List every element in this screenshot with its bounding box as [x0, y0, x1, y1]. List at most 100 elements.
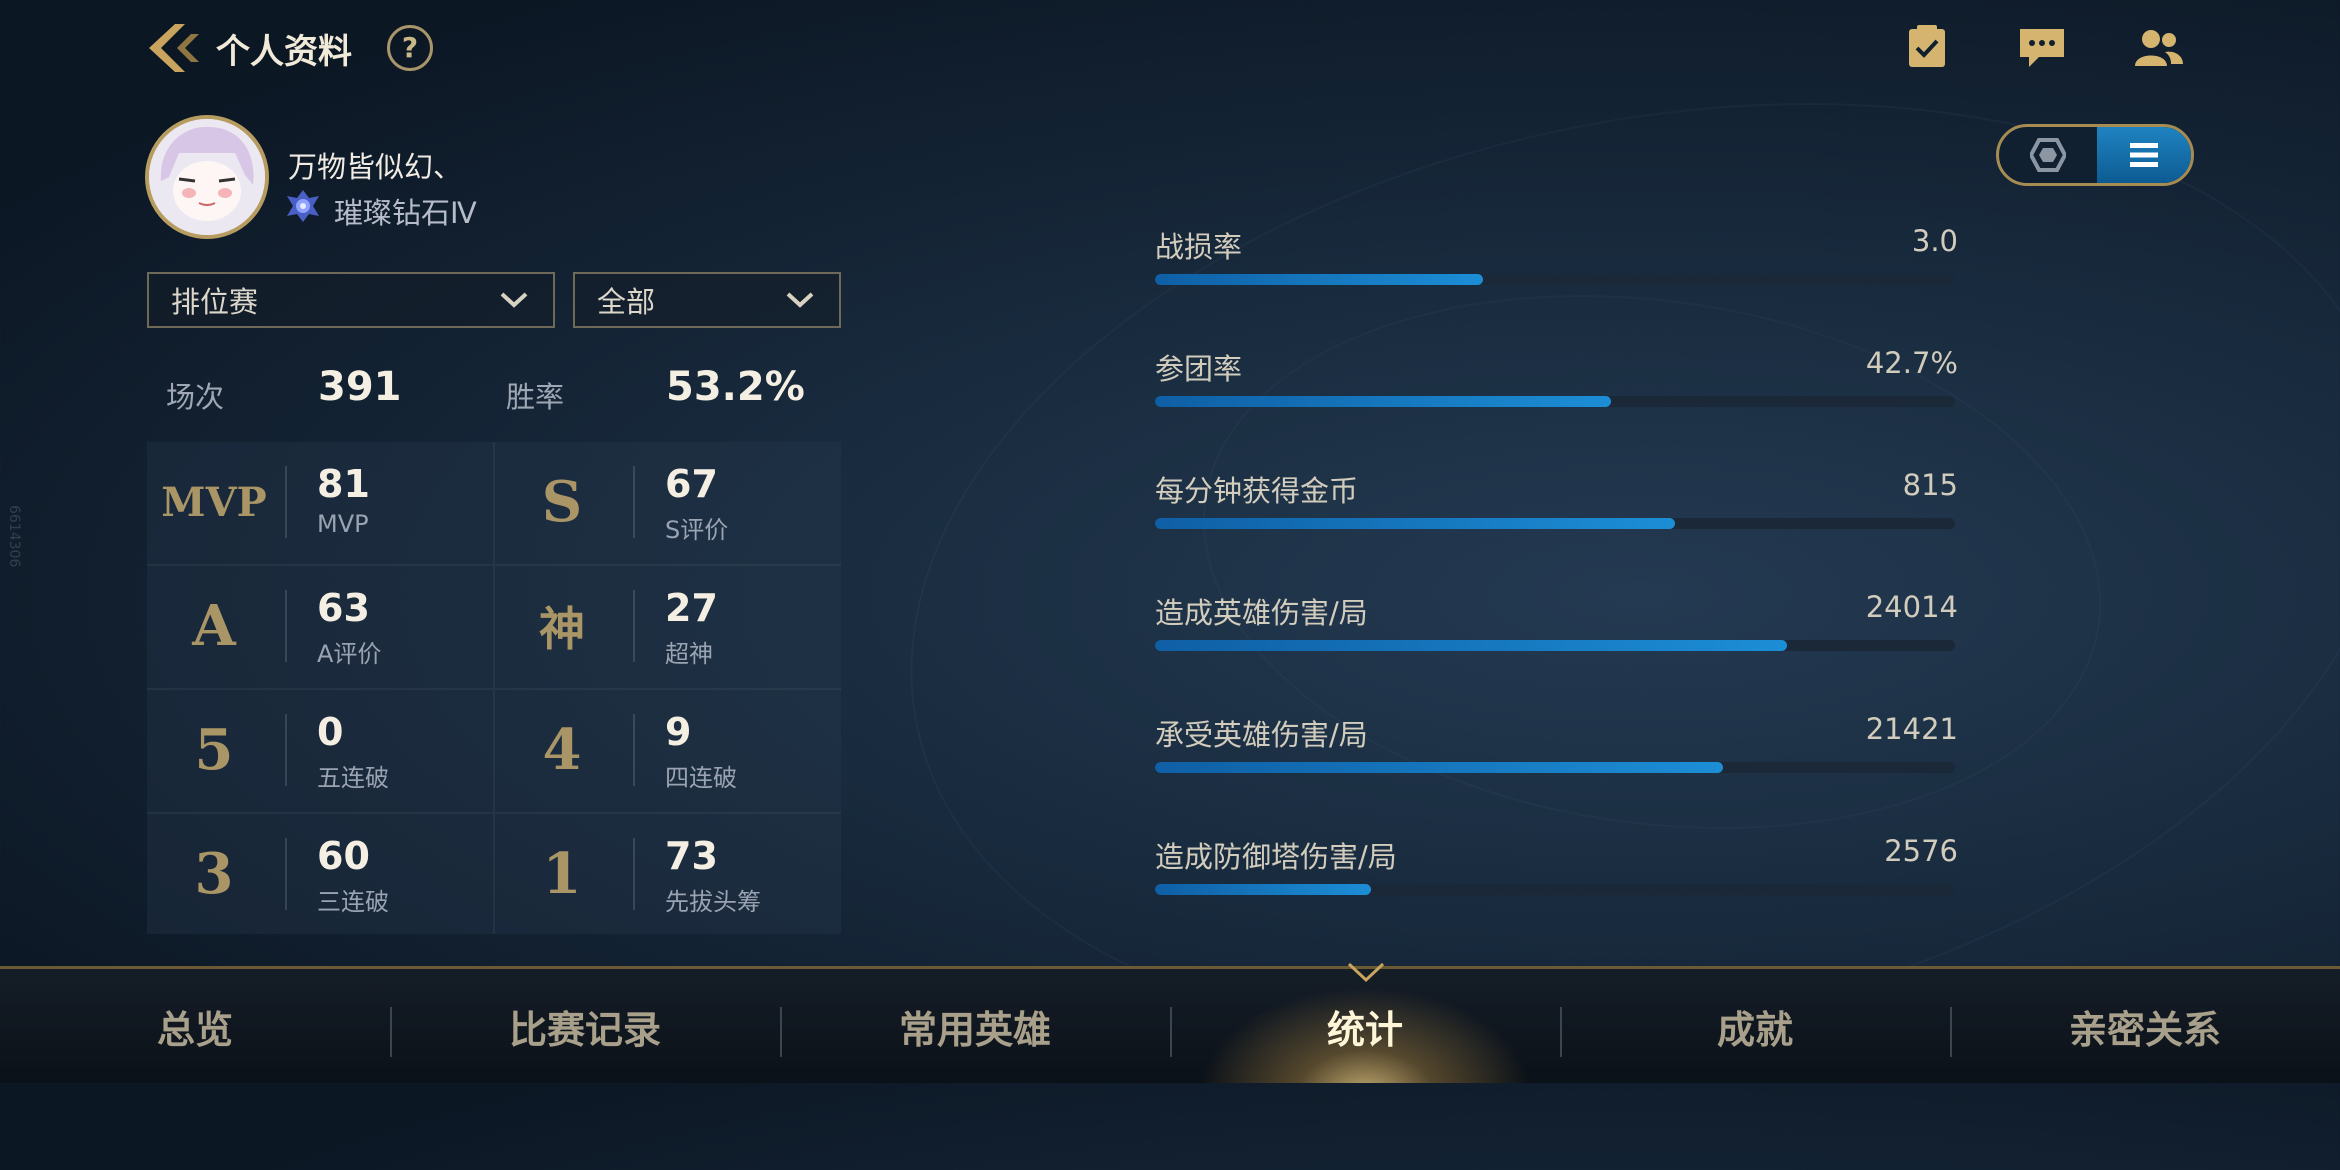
chevron-down-icon	[786, 292, 814, 308]
cell-number: 63	[317, 586, 370, 630]
hexagon-view-button[interactable]	[1999, 127, 2097, 183]
grid-cell-penta: 5 0 五连破	[147, 690, 493, 814]
help-icon[interactable]: ?	[387, 25, 433, 71]
avatar[interactable]	[145, 115, 269, 239]
cell-label: S评价	[665, 516, 729, 544]
mode-dropdown[interactable]: 排位赛	[147, 272, 555, 328]
stat-bar-fill	[1155, 396, 1611, 407]
stat-row: 每分钟获得金币 815	[1155, 468, 1958, 548]
stat-bar-track	[1155, 518, 1955, 529]
tab-heroes[interactable]: 常用英雄	[780, 969, 1170, 1083]
chat-button[interactable]	[2012, 22, 2072, 74]
s-badge: S	[541, 469, 583, 535]
grid-cell-triple: 3 60 三连破	[147, 814, 493, 936]
cell-divider	[285, 466, 287, 538]
task-icon	[1909, 25, 1945, 67]
cell-label: 五连破	[317, 764, 389, 792]
tab-achievements[interactable]: 成就	[1560, 969, 1950, 1083]
winrate-value: 53.2%	[666, 364, 805, 410]
list-view-icon	[2130, 143, 2158, 167]
stat-name: 承受英雄伤害/局	[1155, 718, 1368, 752]
cell-divider	[633, 590, 635, 662]
tab-match-history[interactable]: 比赛记录	[390, 969, 780, 1083]
penta-badge: 5	[194, 717, 234, 783]
avatar-image	[149, 119, 265, 235]
scope-dropdown-label: 全部	[597, 285, 656, 319]
back-button[interactable]	[145, 22, 203, 74]
cell-label: MVP	[317, 510, 369, 538]
stat-bar-track	[1155, 396, 1955, 407]
stat-name: 参团率	[1155, 352, 1243, 386]
stat-name: 战损率	[1155, 230, 1243, 264]
grid-cell-a: A 63 A评价	[147, 566, 493, 690]
stat-value: 2576	[1884, 834, 1958, 868]
achievement-grid: MVP 81 MVP S 67 S评价 A 63 A评价 神 27 超神 5 0…	[147, 442, 841, 934]
stat-name: 造成防御塔伤害/局	[1155, 840, 1397, 874]
page-title: 个人资料	[216, 32, 352, 72]
stat-bar-fill	[1155, 518, 1675, 529]
mvp-badge: MVP	[161, 478, 267, 526]
stat-bar-fill	[1155, 884, 1371, 895]
cell-divider	[633, 838, 635, 910]
friends-button[interactable]	[2128, 22, 2188, 74]
cell-number: 81	[317, 462, 370, 506]
task-button[interactable]	[1897, 22, 1957, 74]
triple-badge: 3	[194, 841, 234, 907]
stat-row: 战损率 3.0	[1155, 224, 1958, 304]
grid-cell-legendary: 神 27 超神	[495, 566, 841, 690]
grid-cell-quadra: 4 9 四连破	[495, 690, 841, 814]
active-tab-indicator-icon	[1347, 962, 1385, 983]
tab-statistics[interactable]: 统计	[1170, 969, 1560, 1083]
stat-row: 造成防御塔伤害/局 2576	[1155, 834, 1958, 914]
cell-label: A评价	[317, 640, 382, 668]
winrate-label: 胜率	[506, 380, 565, 414]
grid-cell-mvp: MVP 81 MVP	[147, 442, 493, 566]
view-toggle[interactable]	[1996, 124, 2194, 186]
stat-value: 21421	[1865, 712, 1958, 746]
cell-number: 67	[665, 462, 718, 506]
rank-diamond-icon	[287, 190, 319, 222]
friends-icon	[2135, 30, 2183, 66]
back-icon	[149, 24, 199, 72]
cell-divider	[285, 838, 287, 910]
stat-value: 3.0	[1911, 224, 1958, 258]
cell-number: 0	[317, 710, 344, 754]
cell-number: 9	[665, 710, 692, 754]
cell-number: 60	[317, 834, 370, 878]
rank-name: 璀璨钻石Ⅳ	[334, 196, 477, 230]
hexagon-view-icon	[2030, 138, 2066, 172]
mode-dropdown-label: 排位赛	[171, 285, 259, 319]
stat-bar-fill	[1155, 640, 1787, 651]
cell-label: 四连破	[665, 764, 737, 792]
cell-divider	[285, 714, 287, 786]
stat-row: 承受英雄伤害/局 21421	[1155, 712, 1958, 792]
stat-value: 42.7%	[1865, 346, 1958, 380]
games-label: 场次	[166, 380, 225, 414]
legendary-badge: 神	[539, 602, 585, 656]
stat-bar-track	[1155, 274, 1955, 285]
grid-cell-s: S 67 S评价	[495, 442, 841, 566]
stat-row: 参团率 42.7%	[1155, 346, 1958, 426]
cell-number: 73	[665, 834, 718, 878]
stat-name: 造成英雄伤害/局	[1155, 596, 1368, 630]
quadra-badge: 4	[542, 717, 582, 783]
stat-name: 每分钟获得金币	[1155, 474, 1359, 508]
tab-overview[interactable]: 总览	[0, 969, 390, 1083]
cell-divider	[633, 466, 635, 538]
a-badge: A	[192, 593, 236, 659]
cell-number: 27	[665, 586, 718, 630]
chat-icon	[2020, 29, 2064, 67]
list-view-button[interactable]	[2097, 127, 2191, 183]
stat-bar-fill	[1155, 762, 1723, 773]
games-value: 391	[318, 364, 402, 410]
grid-cell-first-blood: 1 73 先拔头筹	[495, 814, 841, 936]
stat-row: 造成英雄伤害/局 24014	[1155, 590, 1958, 670]
cell-label: 超神	[665, 640, 713, 668]
first-blood-badge: 1	[542, 841, 582, 907]
chevron-down-icon	[500, 292, 528, 308]
cell-label: 三连破	[317, 888, 389, 916]
tab-relationships[interactable]: 亲密关系	[1950, 969, 2340, 1083]
side-id-text: 6614306	[6, 505, 22, 568]
username: 万物皆似幻、	[288, 150, 463, 184]
scope-dropdown[interactable]: 全部	[573, 272, 841, 328]
